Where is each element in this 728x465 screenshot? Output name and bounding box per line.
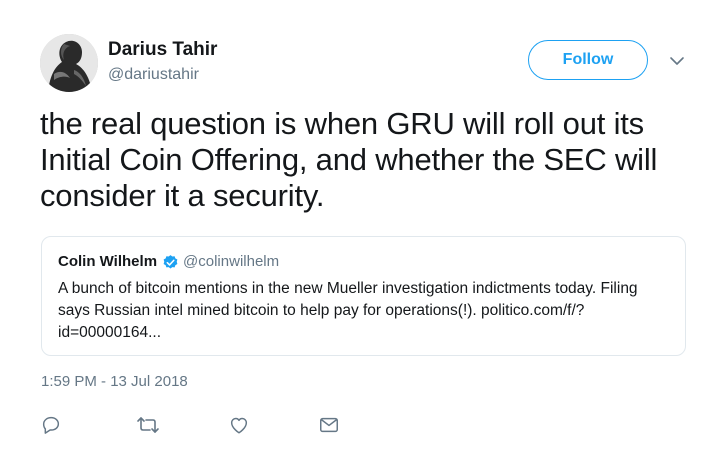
verified-badge-icon (162, 254, 179, 271)
avatar-photo-icon (40, 34, 98, 92)
tweet-text: the real question is when GRU will roll … (40, 106, 710, 214)
quoted-tweet-header: Colin Wilhelm @colinwilhelm (58, 252, 669, 272)
retweet-icon[interactable] (136, 414, 160, 436)
chevron-down-icon[interactable] (668, 54, 686, 68)
author-handle[interactable]: @dariustahir (108, 65, 217, 85)
reply-icon[interactable] (40, 414, 64, 436)
quoted-handle: @colinwilhelm (183, 253, 280, 270)
tweet-text-line: the real question is when GRU will roll … (40, 106, 644, 141)
follow-button[interactable]: Follow (528, 40, 648, 80)
quoted-tweet-text: A bunch of bitcoin mentions in the new M… (58, 278, 669, 344)
quoted-text-line: A bunch of bitcoin mentions in the new M… (58, 280, 638, 297)
message-icon[interactable] (318, 414, 342, 436)
author-display-name[interactable]: Darius Tahir (108, 38, 217, 61)
tweet-text-line: Initial Coin Offering, and whether the S… (40, 142, 658, 177)
quoted-display-name: Colin Wilhelm (58, 253, 158, 270)
author-block: Darius Tahir @dariustahir (108, 38, 217, 85)
timestamp[interactable]: 1:59 PM - 13 Jul 2018 (41, 373, 188, 390)
quoted-tweet[interactable]: Colin Wilhelm @colinwilhelm A bunch of b… (41, 236, 686, 356)
tweet-text-line: consider it a security. (40, 178, 325, 213)
avatar[interactable] (40, 34, 98, 92)
quoted-text-line: id=00000164... (58, 324, 161, 341)
like-icon[interactable] (228, 414, 252, 436)
tweet-card: Darius Tahir @dariustahir Follow the rea… (0, 0, 728, 465)
quoted-text-line: says Russian intel mined bitcoin to help… (58, 302, 585, 319)
